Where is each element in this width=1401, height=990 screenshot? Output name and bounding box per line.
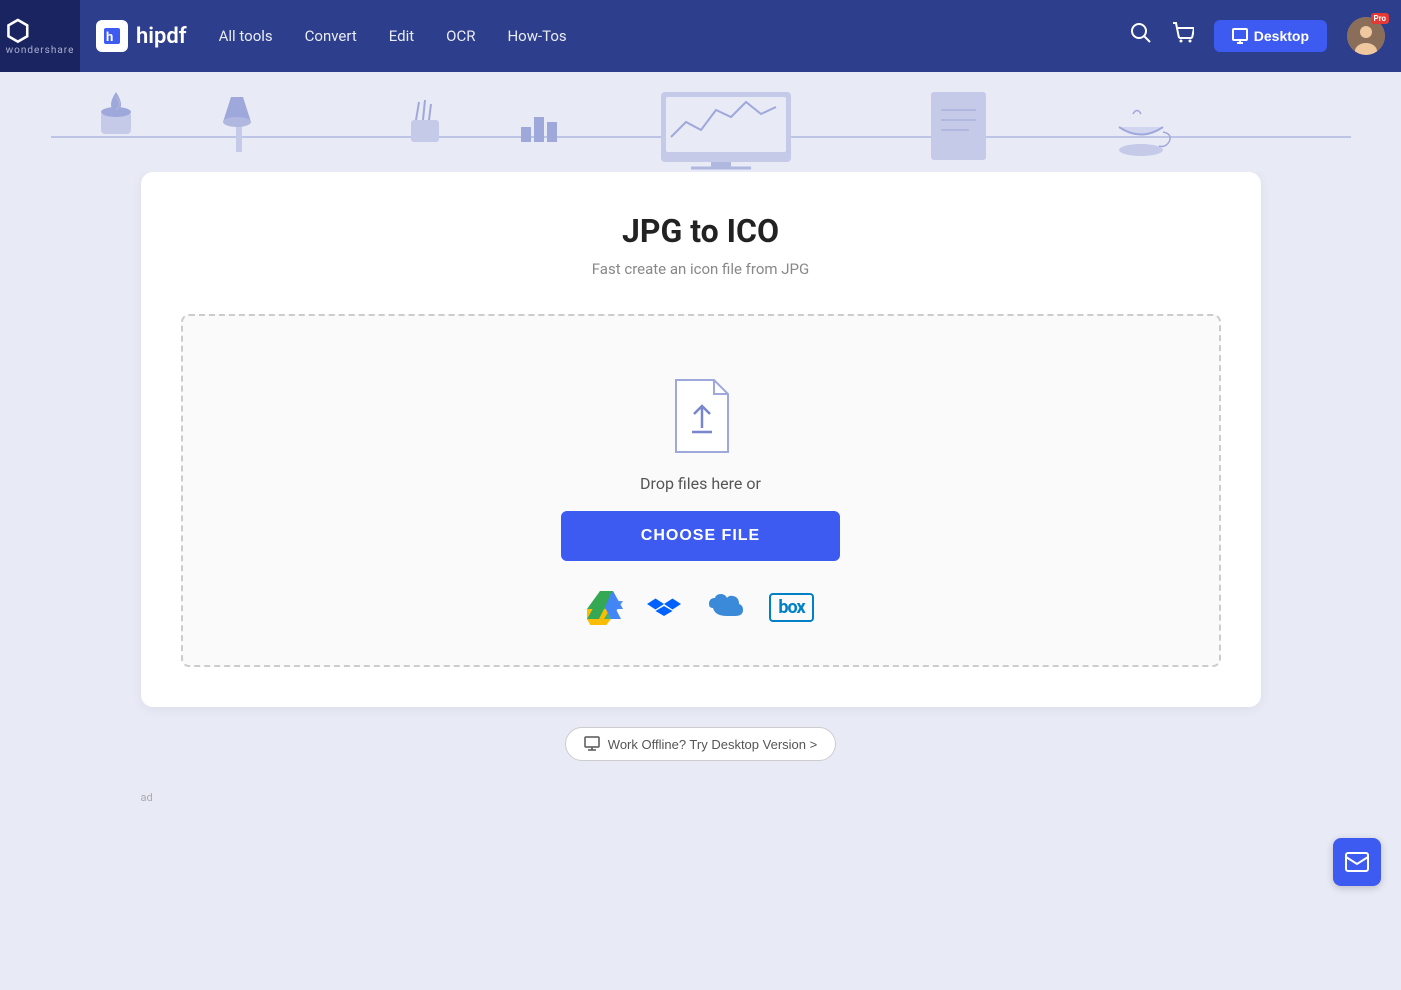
onedrive-icon[interactable] bbox=[705, 590, 745, 624]
google-drive-icon[interactable] bbox=[587, 589, 623, 625]
converter-card: JPG to ICO Fast create an icon file from… bbox=[141, 172, 1261, 707]
navbar: ⬡ wondershare h hipdf All tools Convert … bbox=[0, 0, 1401, 72]
box-icon[interactable]: box bbox=[769, 597, 813, 618]
cart-button[interactable] bbox=[1172, 22, 1194, 50]
ad-label: ad bbox=[141, 791, 153, 804]
offline-desktop-button[interactable]: Work Offline? Try Desktop Version > bbox=[565, 727, 836, 761]
drop-zone[interactable]: Drop files here or CHOOSE FILE bbox=[181, 314, 1221, 667]
hero-illustration bbox=[51, 72, 1351, 172]
hipdf-text: hipdf bbox=[136, 24, 187, 49]
page-title: JPG to ICO bbox=[181, 212, 1221, 250]
float-email-button[interactable] bbox=[1333, 838, 1381, 886]
choose-file-button[interactable]: CHOOSE FILE bbox=[561, 511, 840, 561]
nav-all-tools[interactable]: All tools bbox=[219, 27, 273, 45]
hipdf-logo[interactable]: h hipdf bbox=[96, 20, 187, 52]
nav-actions: Desktop Pro bbox=[1130, 17, 1385, 55]
wondershare-icon: ⬡ bbox=[6, 17, 75, 45]
offline-banner: Work Offline? Try Desktop Version > bbox=[565, 727, 836, 761]
hero-background bbox=[0, 72, 1401, 172]
offline-text: Work Offline? Try Desktop Version > bbox=[608, 737, 817, 752]
main-content: JPG to ICO Fast create an icon file from… bbox=[0, 172, 1401, 844]
nav-links: All tools Convert Edit OCR How-Tos bbox=[219, 27, 1130, 45]
nav-convert[interactable]: Convert bbox=[305, 27, 357, 45]
nav-edit[interactable]: Edit bbox=[389, 27, 414, 45]
dropbox-icon[interactable] bbox=[647, 589, 681, 625]
nav-ocr[interactable]: OCR bbox=[446, 27, 475, 45]
email-icon bbox=[1345, 852, 1369, 872]
drop-text: Drop files here or bbox=[640, 474, 761, 493]
hipdf-icon-box: h bbox=[96, 20, 128, 52]
pro-badge: Pro bbox=[1371, 13, 1389, 24]
svg-text:h: h bbox=[106, 30, 113, 45]
desktop-small-icon bbox=[584, 736, 600, 752]
wondershare-logo-block: ⬡ wondershare bbox=[0, 0, 80, 72]
avatar-wrap[interactable]: Pro bbox=[1347, 17, 1385, 55]
nav-how-tos[interactable]: How-Tos bbox=[507, 27, 566, 45]
desktop-label: Desktop bbox=[1254, 28, 1309, 44]
cloud-sources: box bbox=[587, 589, 813, 625]
desktop-button[interactable]: Desktop bbox=[1214, 20, 1327, 52]
wondershare-label: wondershare bbox=[6, 45, 75, 56]
upload-icon bbox=[666, 376, 736, 456]
search-button[interactable] bbox=[1130, 22, 1152, 50]
box-label: box bbox=[769, 593, 813, 622]
page-subtitle: Fast create an icon file from JPG bbox=[181, 260, 1221, 278]
